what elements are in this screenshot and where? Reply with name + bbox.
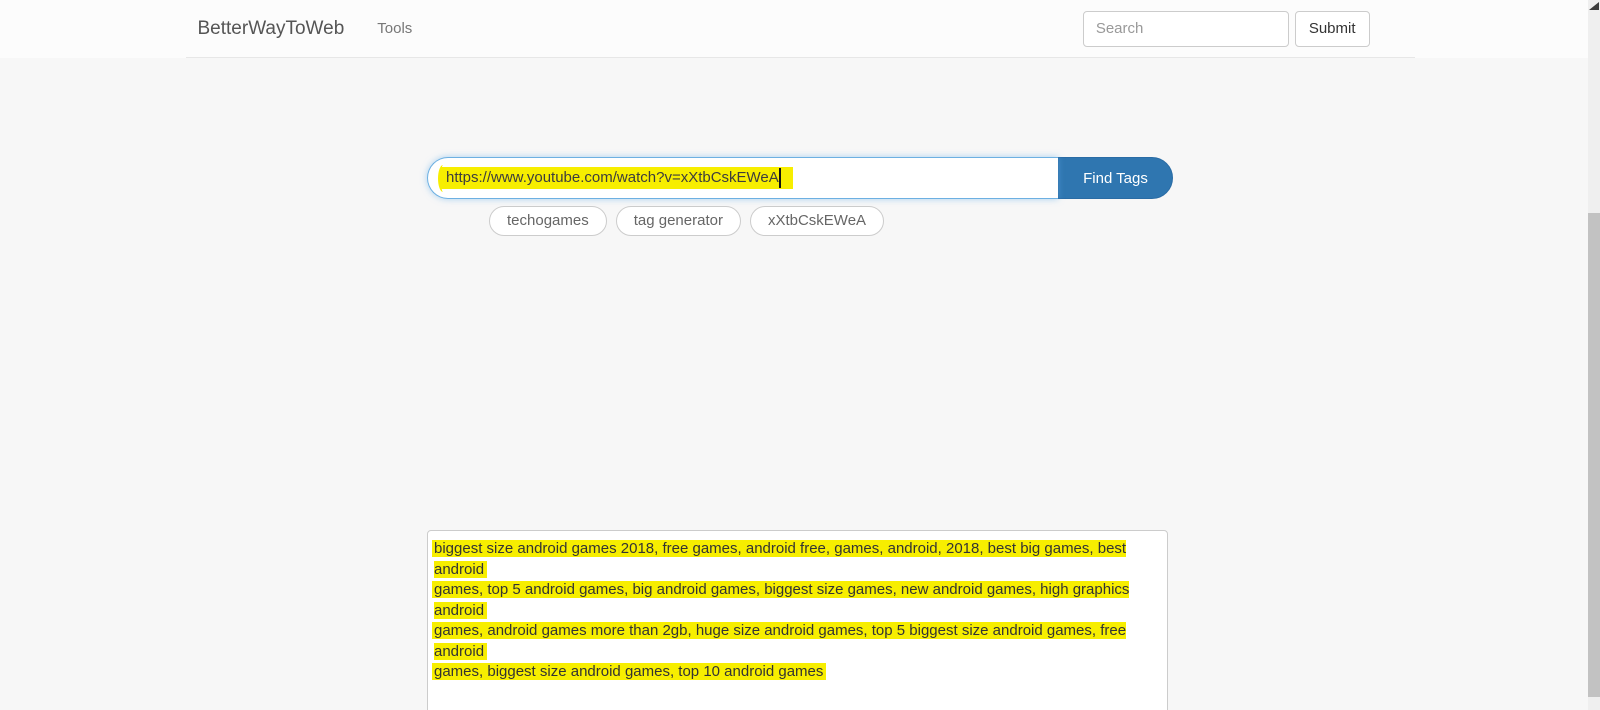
pill-techogames[interactable]: techogames: [489, 206, 607, 236]
top-navbar: BetterWayToWeb Tools Submit: [0, 0, 1600, 58]
tags-line: games, android games more than 2gb, huge…: [434, 621, 1162, 662]
nav-item-tools[interactable]: Tools: [377, 20, 412, 37]
page: BetterWayToWeb Tools Submit https://www.…: [0, 0, 1600, 710]
navbar-container: BetterWayToWeb Tools Submit: [185, 0, 1415, 58]
scroll-arrow-artifact: [1589, 2, 1599, 10]
submit-button[interactable]: Submit: [1294, 10, 1370, 47]
text-caret: [778, 168, 781, 188]
url-text-highlight: https://www.youtube.com/watch?v=xXtbCskE…: [441, 167, 793, 189]
tags-result-textarea[interactable]: biggest size android games 2018, free ga…: [427, 530, 1168, 710]
scrollbar-thumb[interactable]: [1588, 213, 1600, 697]
pill-video-id[interactable]: xXtbCskEWeA: [749, 206, 885, 236]
suggestion-pills: techogames tag generator xXtbCskEWeA: [489, 206, 1173, 236]
tags-line: biggest size android games 2018, free ga…: [434, 539, 1162, 580]
tags-line-highlight: games, android games more than 2gb, huge…: [434, 622, 1127, 660]
search-input[interactable]: [1082, 10, 1289, 47]
brand-logo[interactable]: BetterWayToWeb: [186, 18, 345, 40]
video-url-input[interactable]: https://www.youtube.com/watch?v=xXtbCskE…: [427, 157, 1058, 199]
navbar-search-form: Submit: [1082, 10, 1415, 47]
tag-finder-section: https://www.youtube.com/watch?v=xXtbCskE…: [427, 157, 1173, 710]
tags-line-highlight: games, top 5 android games, big android …: [434, 581, 1130, 619]
pill-tag-generator[interactable]: tag generator: [615, 206, 741, 236]
url-input-group: https://www.youtube.com/watch?v=xXtbCskE…: [427, 157, 1173, 199]
url-text: https://www.youtube.com/watch?v=xXtbCskE…: [446, 169, 779, 186]
tags-line-highlight: biggest size android games 2018, free ga…: [434, 540, 1127, 578]
marker-arc-decoration: [438, 164, 448, 192]
find-tags-button[interactable]: Find Tags: [1058, 157, 1173, 199]
tags-line-highlight: games, biggest size android games, top 1…: [434, 663, 824, 680]
scrollbar-track[interactable]: [1588, 0, 1600, 710]
main-nav: Tools: [344, 20, 412, 38]
tags-line: games, top 5 android games, big android …: [434, 580, 1162, 621]
tags-line: games, biggest size android games, top 1…: [434, 662, 1162, 683]
